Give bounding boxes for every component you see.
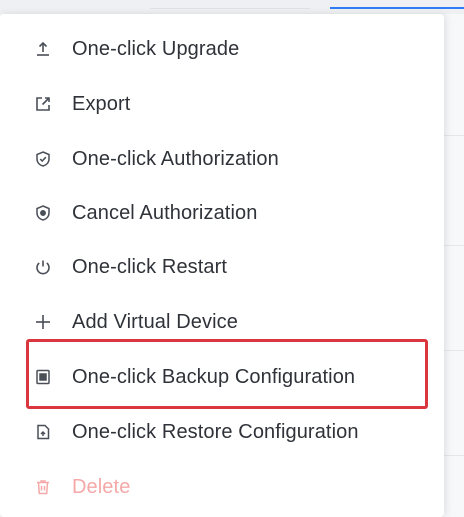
row-divider (444, 245, 464, 246)
menu-item-one-click-restore-configuration[interactable]: One-click Restore Configuration (0, 405, 444, 459)
menu-item-one-click-restart[interactable]: One-click Restart (0, 240, 444, 294)
active-tab-indicator (330, 7, 464, 9)
header-divider (150, 8, 310, 9)
page: One-click Upgrade Export One-click Autho… (0, 0, 464, 517)
menu-item-one-click-authorization[interactable]: One-click Authorization (0, 132, 444, 186)
menu-item-export[interactable]: Export (0, 77, 444, 131)
restore-file-icon (34, 423, 52, 441)
actions-dropdown-menu: One-click Upgrade Export One-click Autho… (0, 14, 444, 517)
menu-item-label: One-click Backup Configuration (72, 365, 356, 388)
background-header (0, 0, 464, 14)
shield-cancel-icon (34, 204, 52, 222)
plus-icon (34, 313, 52, 331)
menu-item-label: Add Virtual Device (72, 310, 238, 333)
menu-item-one-click-backup-configuration[interactable]: One-click Backup Configuration (0, 350, 444, 404)
menu-item-label: Cancel Authorization (72, 201, 258, 224)
menu-item-label: One-click Upgrade (72, 37, 240, 60)
menu-item-cancel-authorization[interactable]: Cancel Authorization (0, 186, 444, 240)
backup-file-icon (34, 368, 52, 386)
upload-icon (34, 40, 52, 58)
row-divider (444, 135, 464, 136)
menu-item-label: Delete (72, 475, 131, 498)
menu-item-add-virtual-device[interactable]: Add Virtual Device (0, 295, 444, 349)
menu-item-label: One-click Authorization (72, 147, 279, 170)
menu-item-label: One-click Restore Configuration (72, 420, 359, 443)
menu-item-one-click-upgrade[interactable]: One-click Upgrade (0, 22, 444, 76)
row-divider (444, 455, 464, 456)
menu-item-delete[interactable]: Delete (0, 460, 444, 514)
shield-check-icon (34, 150, 52, 168)
background-table-edge (444, 14, 464, 517)
row-divider (444, 350, 464, 351)
menu-item-label: One-click Restart (72, 255, 228, 278)
menu-item-label: Export (72, 92, 131, 115)
trash-icon (34, 478, 52, 496)
power-icon (34, 258, 52, 276)
export-icon (34, 95, 52, 113)
